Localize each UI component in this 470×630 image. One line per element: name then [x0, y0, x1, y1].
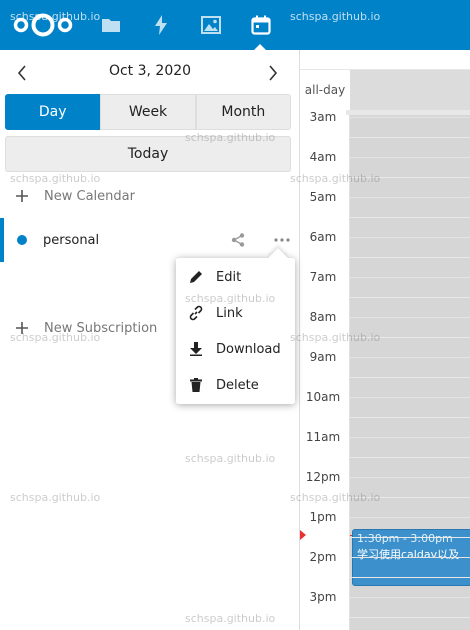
view-switcher: Day Week Month	[5, 94, 291, 130]
time-label-9am: 9am	[300, 350, 346, 364]
time-label-12pm: 12pm	[300, 470, 346, 484]
time-label-5am: 5am	[300, 190, 346, 204]
time-label-2pm: 2pm	[300, 550, 346, 564]
half-hour-gridline	[350, 217, 470, 218]
menu-item-edit[interactable]: Edit	[176, 259, 295, 295]
all-day-label: all-day	[304, 83, 346, 97]
folder-icon[interactable]	[99, 13, 123, 37]
hour-gridline	[350, 277, 470, 278]
menu-item-label: Link	[216, 305, 243, 321]
more-options-icon[interactable]	[270, 230, 294, 250]
plus-icon	[0, 174, 44, 218]
menu-item-label: Delete	[216, 377, 259, 393]
hour-gridline	[350, 157, 470, 158]
half-hour-gridline	[350, 417, 470, 418]
time-label-11am: 11am	[300, 430, 346, 444]
half-hour-gridline	[350, 617, 470, 618]
hour-gridline	[350, 317, 470, 318]
time-label-3pm: 3pm	[300, 590, 346, 604]
trash-icon	[176, 378, 216, 392]
share-icon[interactable]	[228, 230, 248, 250]
next-day-button[interactable]	[261, 61, 285, 85]
time-label-3am: 3am	[300, 110, 346, 124]
half-hour-gridline	[350, 337, 470, 338]
top-header	[0, 0, 470, 50]
pencil-icon	[176, 270, 216, 284]
download-icon	[176, 342, 216, 356]
time-label-8am: 8am	[300, 310, 346, 324]
time-label-10am: 10am	[300, 390, 346, 404]
calendar-list-item-personal[interactable]: personal	[0, 218, 300, 262]
calendar-name-label: personal	[43, 232, 100, 248]
hour-gridline	[350, 437, 470, 438]
view-day-button[interactable]: Day	[5, 94, 101, 130]
hour-gridline	[350, 397, 470, 398]
day-header-bar	[300, 50, 470, 70]
time-label-6am: 6am	[300, 230, 346, 244]
new-calendar-label: New Calendar	[44, 188, 135, 204]
menu-item-delete[interactable]: Delete	[176, 367, 295, 403]
half-hour-gridline	[350, 257, 470, 258]
hour-gridline	[350, 237, 470, 238]
menu-item-download[interactable]: Download	[176, 331, 295, 367]
new-calendar-button[interactable]: New Calendar	[0, 174, 300, 218]
current-date-label[interactable]: Oct 3, 2020	[60, 63, 240, 79]
now-indicator-arrow	[300, 530, 306, 540]
chevron-left-icon	[17, 65, 26, 81]
today-button[interactable]: Today	[5, 136, 291, 172]
view-week-button[interactable]: Week	[100, 94, 196, 130]
half-hour-gridline	[350, 377, 470, 378]
all-day-slot[interactable]	[350, 70, 470, 110]
half-hour-gridline	[350, 537, 470, 538]
event-title: 学习使用caldav以及	[357, 548, 460, 561]
half-hour-gridline	[350, 457, 470, 458]
nextcloud-logo-icon[interactable]	[12, 12, 74, 38]
date-navigator: Oct 3, 2020	[0, 50, 300, 94]
hour-gridline	[350, 557, 470, 558]
menu-item-label: Edit	[216, 269, 242, 285]
bolt-icon[interactable]	[149, 13, 173, 37]
chevron-right-icon	[269, 65, 278, 81]
half-hour-gridline	[350, 137, 470, 138]
menu-item-link[interactable]: Link	[176, 295, 295, 331]
hour-gridline	[350, 477, 470, 478]
calendar-actions-menu: Edit Link Download Delete	[176, 248, 295, 404]
menu-item-label: Download	[216, 341, 281, 357]
hour-gridline	[350, 117, 470, 118]
calendar-color-dot[interactable]	[17, 235, 27, 245]
time-label-7am: 7am	[300, 270, 346, 284]
new-subscription-label: New Subscription	[44, 320, 158, 336]
half-hour-gridline	[350, 577, 470, 578]
half-hour-gridline	[350, 177, 470, 178]
half-hour-gridline	[350, 497, 470, 498]
time-label-1pm: 1pm	[300, 510, 346, 524]
event-time: 1:30pm - 3:00pm	[357, 532, 453, 545]
hour-gridline	[350, 517, 470, 518]
view-month-button[interactable]: Month	[195, 94, 291, 130]
half-hour-gridline	[350, 297, 470, 298]
calendar-icon[interactable]	[249, 13, 273, 37]
day-view-grid: all-day 1:30pm - 3:00pm 学习使用caldav以及 3am…	[300, 50, 470, 630]
link-icon	[176, 305, 216, 321]
hour-gridline	[350, 357, 470, 358]
plus-icon	[0, 306, 44, 350]
image-icon[interactable]	[199, 13, 223, 37]
previous-day-button[interactable]	[10, 61, 34, 85]
time-label-4am: 4am	[300, 150, 346, 164]
hour-gridline	[350, 197, 470, 198]
hour-gridline	[350, 597, 470, 598]
